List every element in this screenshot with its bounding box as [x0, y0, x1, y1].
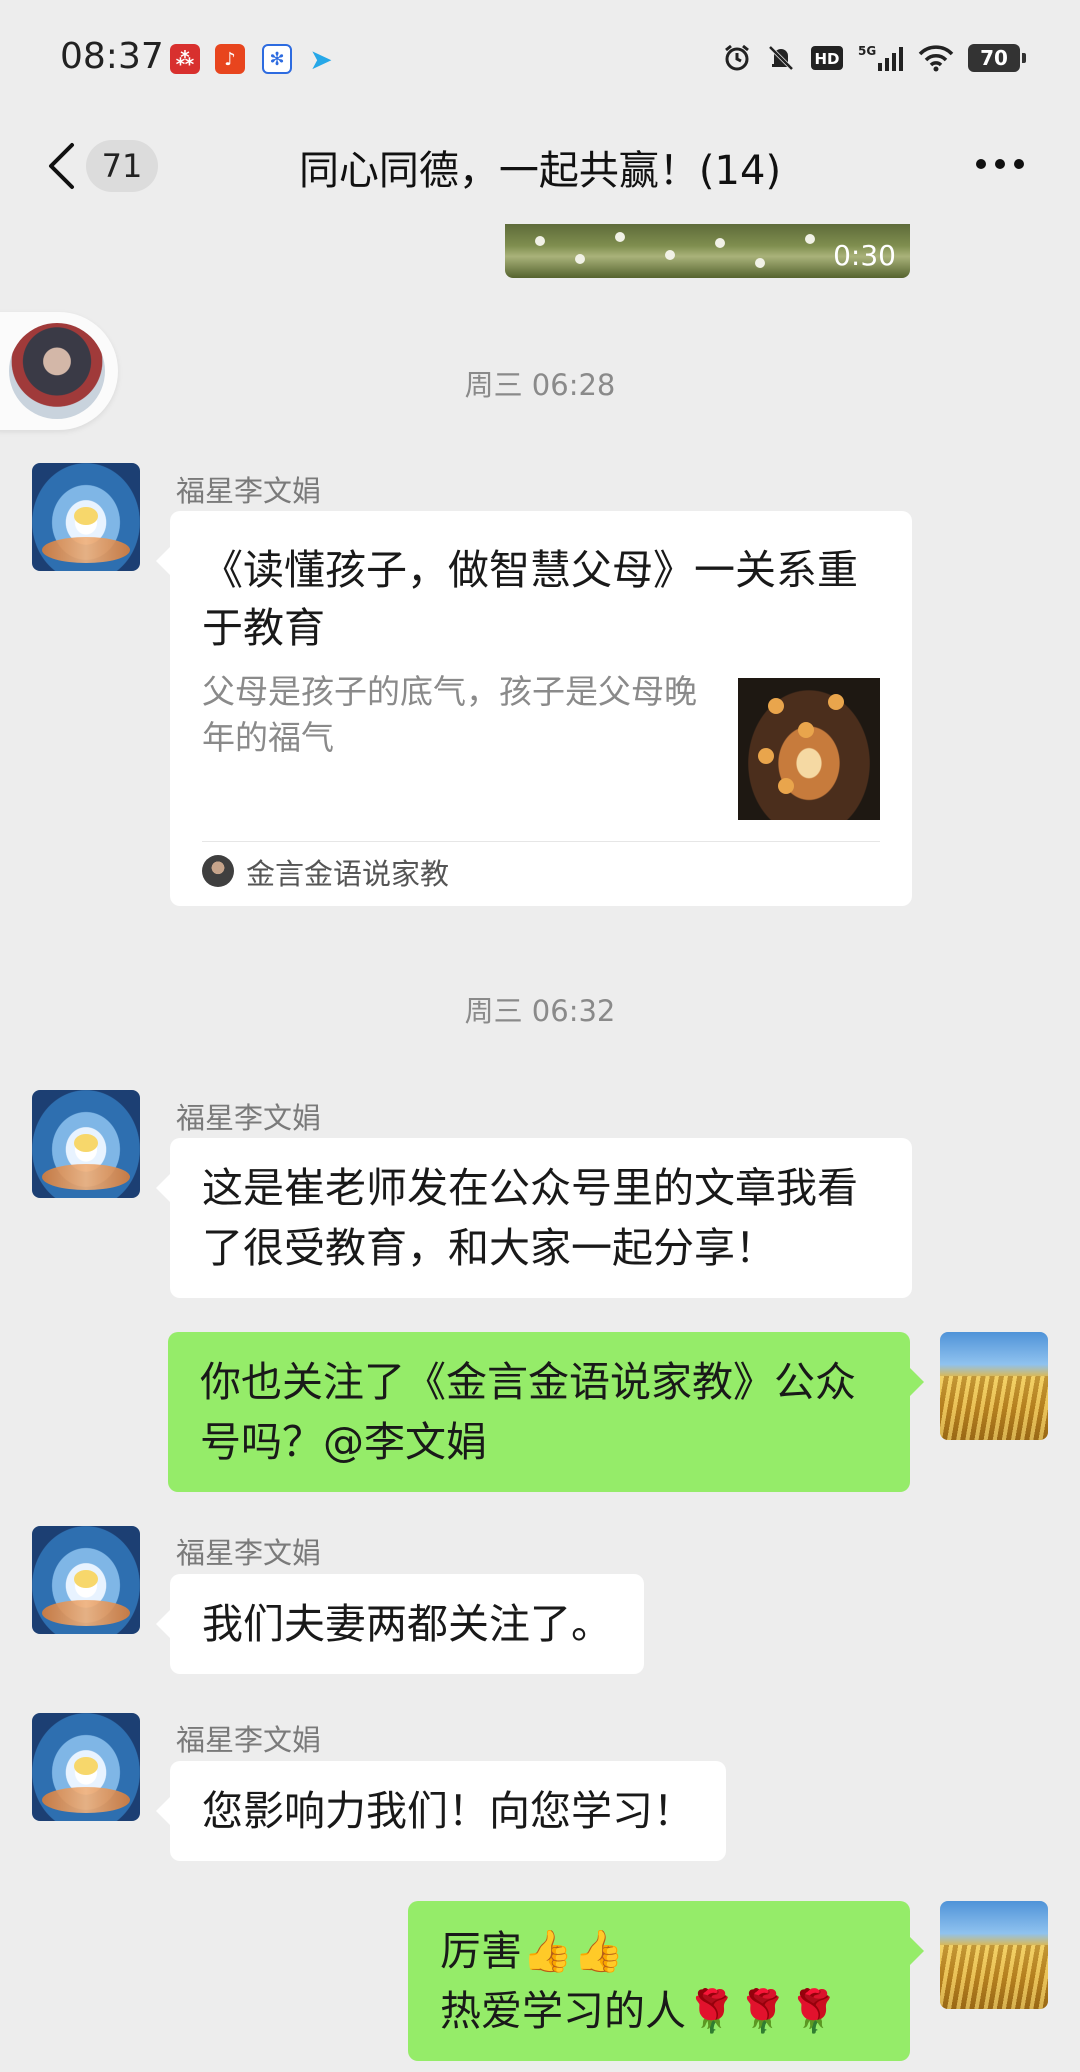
article-title: 《读懂孩子，做智慧父母》一关系重于教育: [202, 546, 858, 652]
mute-bell-icon: [766, 43, 796, 73]
status-bar: 08:37 ⁂ ♪ ✻ ➤ HD 5G 70: [0, 0, 1080, 110]
message-line: 热爱学习的人🌹🌹🌹: [440, 1987, 840, 2035]
article-description: 父母是孩子的底气，孩子是父母晚年的福气: [202, 672, 697, 757]
sender-name: 福星李文娟: [176, 1723, 322, 1757]
chat-header: 71 同心同德，一起共赢！(14): [0, 110, 1080, 220]
svg-text:HD: HD: [814, 50, 839, 68]
article-thumbnail: [738, 678, 880, 820]
official-account-avatar: [202, 855, 234, 887]
my-avatar[interactable]: [940, 1332, 1048, 1440]
message-bubble[interactable]: 你也关注了《金言金语说家教》公众号吗？@李文娟: [168, 1332, 924, 1492]
sender-avatar[interactable]: [32, 1090, 140, 1198]
sender-avatar[interactable]: [32, 463, 140, 571]
my-avatar[interactable]: [940, 1901, 1048, 2009]
signal-5g-icon: 5G: [858, 43, 904, 73]
wifi-icon: [918, 44, 954, 72]
message-line: 厉害👍👍: [440, 1927, 625, 1975]
battery-indicator: 70: [968, 44, 1026, 72]
chat-title: 同心同德，一起共赢！(14): [298, 148, 782, 194]
mall-icon: ⁂: [170, 44, 200, 74]
timestamp: 周三 06:32: [464, 994, 616, 1028]
message-bubble[interactable]: 我们夫妻两都关注了。: [156, 1574, 644, 1674]
svg-text:5G: 5G: [858, 44, 876, 58]
official-account-name: 金言金语说家教: [246, 857, 450, 891]
more-button[interactable]: [970, 144, 1030, 184]
sender-avatar[interactable]: [32, 1713, 140, 1821]
divider: [202, 841, 880, 842]
more-dots-icon: [976, 159, 1024, 169]
telegram-icon: ➤: [309, 42, 333, 76]
hd-icon: HD: [810, 44, 844, 72]
sender-name: 福星李文娟: [176, 474, 322, 508]
message-bubble[interactable]: 这是崔老师发在公众号里的文章我看了很受教育，和大家一起分享！: [156, 1138, 912, 1298]
sender-name: 福星李文娟: [176, 1536, 322, 1570]
video-message[interactable]: 0:30: [505, 224, 910, 278]
article-link-card[interactable]: 《读懂孩子，做智慧父母》一关系重于教育 父母是孩子的底气，孩子是父母晚年的福气 …: [156, 511, 912, 906]
status-time: 08:37: [60, 36, 164, 77]
baidu-icon: ✻: [262, 44, 292, 74]
listen-icon: ♪: [215, 44, 245, 74]
video-duration: 0:30: [833, 239, 896, 272]
sender-name: 福星李文娟: [176, 1101, 322, 1135]
alarm-icon: [722, 43, 752, 73]
sender-avatar[interactable]: [32, 1526, 140, 1634]
status-icons: HD 5G 70: [722, 40, 1026, 76]
timestamp: 周三 06:28: [464, 368, 616, 402]
message-bubble[interactable]: 您影响力我们！向您学习！: [156, 1761, 726, 1861]
message-bubble[interactable]: 厉害👍👍 热爱学习的人🌹🌹🌹: [408, 1901, 924, 2061]
